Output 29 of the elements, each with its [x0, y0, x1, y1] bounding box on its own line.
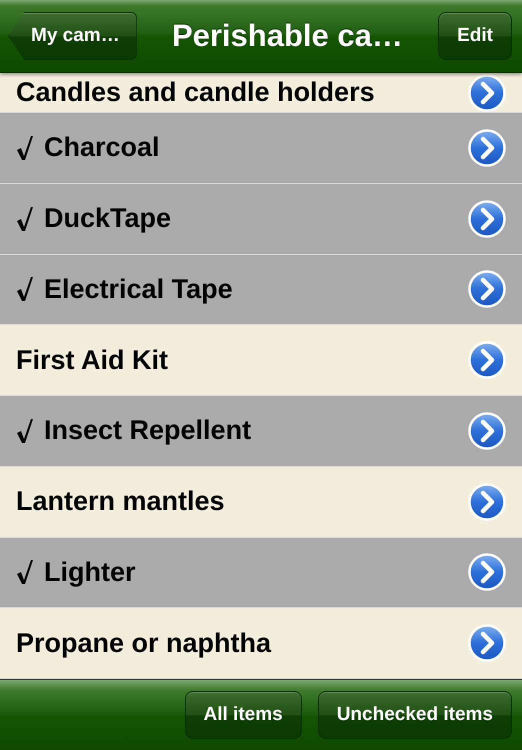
disclosure-icon[interactable]	[468, 270, 506, 308]
disclosure-icon[interactable]	[468, 74, 506, 112]
disclosure-icon[interactable]	[468, 553, 506, 592]
item-label: DuckTape	[44, 203, 172, 234]
disclosure-icon[interactable]	[468, 200, 506, 238]
nav-title: Perishable ca…	[172, 18, 403, 54]
list-row[interactable]: DuckTape	[0, 184, 522, 254]
item-label: Lantern mantles	[16, 486, 226, 518]
disclosure-icon[interactable]	[468, 412, 506, 450]
list-row[interactable]: Charcoal	[0, 113, 522, 184]
filter-button[interactable]: Unchecked items	[318, 691, 512, 739]
disclosure-icon[interactable]	[468, 128, 506, 167]
list-row[interactable]: Electrical Tape	[0, 254, 522, 326]
item-label: Charcoal	[44, 132, 161, 164]
item-label: Lighter	[44, 556, 136, 588]
item-label: Propane or naphtha	[16, 628, 272, 659]
item-label: First Aid Kit	[16, 344, 169, 376]
item-label: Candles and candle holders	[16, 77, 376, 108]
list-row[interactable]: Insect Repellent	[0, 396, 522, 467]
back-button[interactable]: My cam…	[8, 12, 137, 60]
list-row[interactable]: Candles and candle holders	[0, 73, 522, 113]
filter-button[interactable]: All items	[184, 691, 302, 739]
item-label: Electrical Tape	[44, 274, 234, 305]
list-row[interactable]: Lighter	[0, 538, 522, 608]
disclosure-icon[interactable]	[468, 341, 506, 380]
disclosure-icon[interactable]	[468, 624, 506, 662]
edit-button[interactable]: Edit	[438, 12, 512, 60]
item-label: Insect Repellent	[44, 415, 252, 446]
disclosure-icon[interactable]	[468, 482, 506, 521]
